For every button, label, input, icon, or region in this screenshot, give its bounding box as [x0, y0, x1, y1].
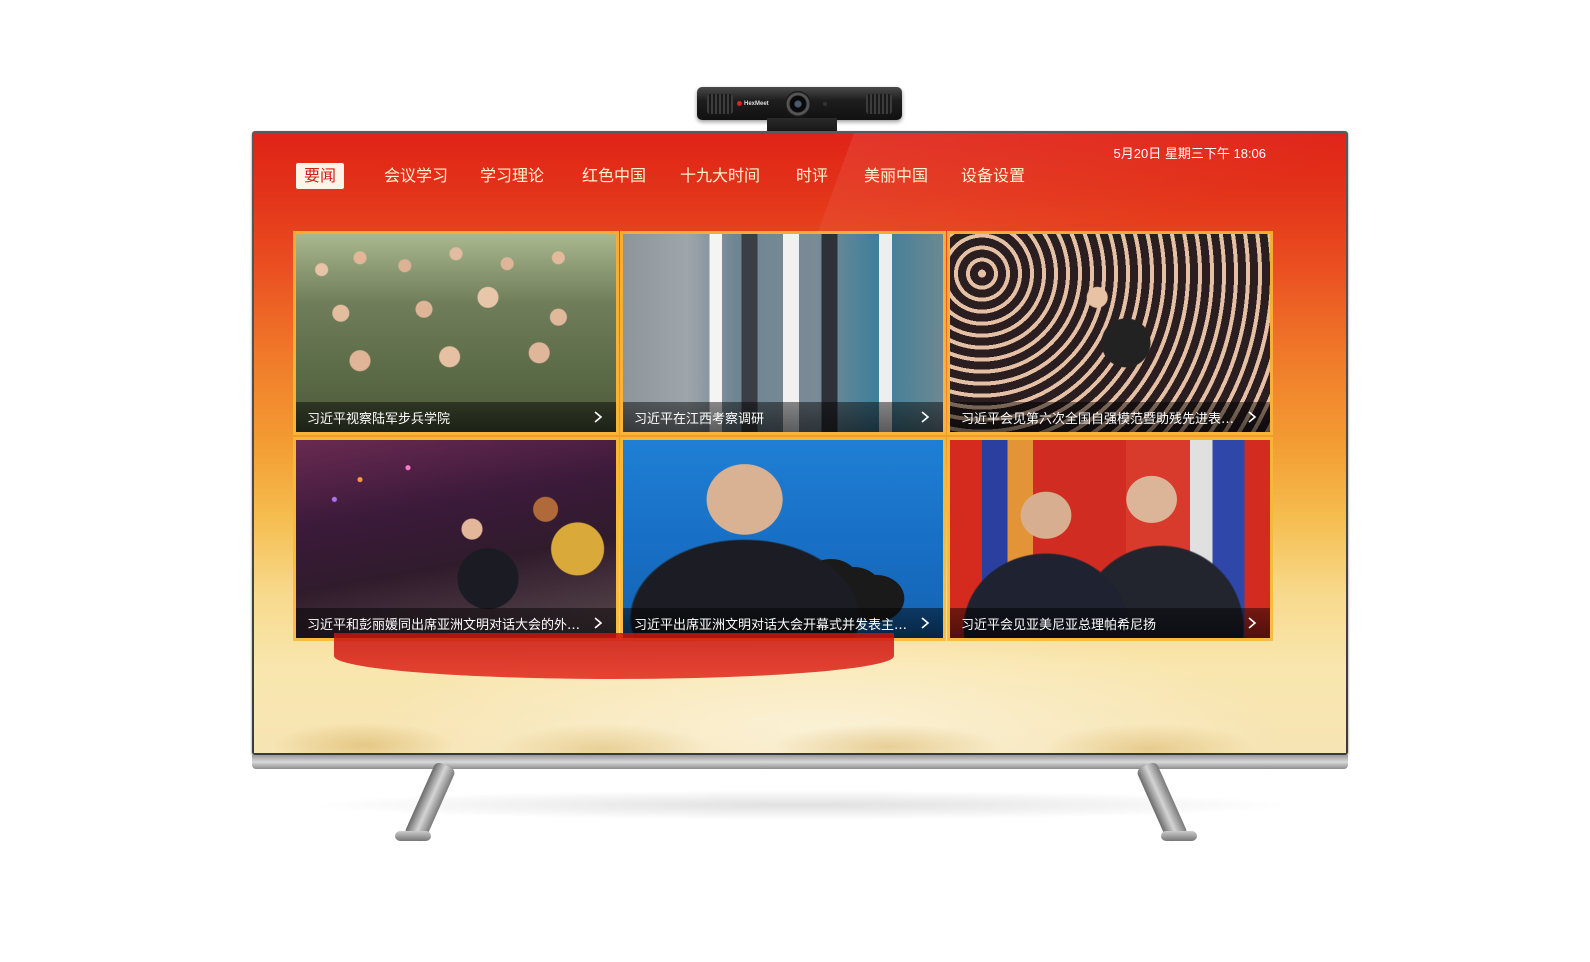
camera-lens-icon — [785, 91, 811, 117]
speaker-grille-icon — [707, 94, 733, 114]
nav-item-news[interactable]: 要闻 — [296, 163, 345, 189]
news-card[interactable]: 习近平会见第六次全国自强模范暨助残先进表彰... — [947, 231, 1273, 435]
tv-bottom-bar — [252, 755, 1348, 769]
chevron-right-icon — [921, 617, 930, 629]
news-caption-bar: 习近平和彭丽媛同出席亚洲文明对话大会的外方... — [296, 608, 616, 638]
news-card[interactable]: 习近平和彭丽媛同出席亚洲文明对话大会的外方... — [293, 437, 619, 641]
stand-foot — [1161, 831, 1197, 841]
news-caption-bar: 习近平会见第六次全国自强模范暨助残先进表彰... — [950, 402, 1270, 432]
nav-item-meeting-study[interactable]: 会议学习 — [384, 163, 448, 189]
chevron-right-icon — [1248, 411, 1257, 423]
news-caption-bar: 习近平在江西考察调研 — [623, 402, 943, 432]
tv-stand-left — [395, 760, 475, 844]
nav-item-red-china[interactable]: 红色中国 — [582, 163, 646, 189]
chevron-right-icon — [594, 411, 603, 423]
news-title: 习近平和彭丽媛同出席亚洲文明对话大会的外方... — [307, 618, 586, 633]
stand-foot — [395, 831, 431, 841]
tv-stand-right — [1117, 760, 1197, 844]
news-caption-bar: 习近平出席亚洲文明对话大会开幕式并发表主旨... — [623, 608, 943, 638]
chevron-right-icon — [594, 617, 603, 629]
tv-screen: 5月20日 星期三下午 18:06 要闻 会议学习 学习理论 红色中国 十九大时… — [254, 133, 1346, 753]
nav-item-beautiful-china[interactable]: 美丽中国 — [864, 163, 928, 189]
nav-item-theory-study[interactable]: 学习理论 — [480, 163, 544, 189]
news-title: 习近平出席亚洲文明对话大会开幕式并发表主旨... — [634, 618, 913, 633]
camera-led-icon — [823, 102, 827, 106]
news-grid: 习近平视察陆军步兵学院 习近平在江西考察调研 习近平会见第六次全国自强模范暨助残… — [293, 231, 1273, 641]
nav-item-19th-congress[interactable]: 十九大时间 — [680, 163, 760, 189]
news-title: 习近平视察陆军步兵学院 — [307, 412, 451, 427]
webcam: HexMeet — [697, 87, 902, 120]
status-datetime: 5月20日 星期三下午 18:06 — [1113, 146, 1266, 161]
nav-item-device-settings[interactable]: 设备设置 — [961, 163, 1025, 189]
news-caption-bar: 习近平会见亚美尼亚总理帕希尼扬 — [950, 608, 1270, 638]
nav-item-commentary[interactable]: 时评 — [796, 163, 828, 189]
news-title: 习近平在江西考察调研 — [634, 412, 765, 427]
news-title: 习近平会见第六次全国自强模范暨助残先进表彰... — [961, 412, 1240, 427]
news-title: 习近平会见亚美尼亚总理帕希尼扬 — [961, 618, 1157, 633]
speaker-grille-icon — [866, 94, 892, 114]
background-landscape — [254, 673, 1346, 753]
news-caption-bar: 习近平视察陆军步兵学院 — [296, 402, 616, 432]
news-card[interactable]: 习近平出席亚洲文明对话大会开幕式并发表主旨... — [620, 437, 946, 641]
news-card[interactable]: 习近平会见亚美尼亚总理帕希尼扬 — [947, 437, 1273, 641]
camera-brand-logo: HexMeet — [737, 101, 769, 107]
chevron-right-icon — [921, 411, 930, 423]
news-card[interactable]: 习近平在江西考察调研 — [620, 231, 946, 435]
news-card[interactable]: 习近平视察陆军步兵学院 — [293, 231, 619, 435]
chevron-right-icon — [1248, 617, 1257, 629]
